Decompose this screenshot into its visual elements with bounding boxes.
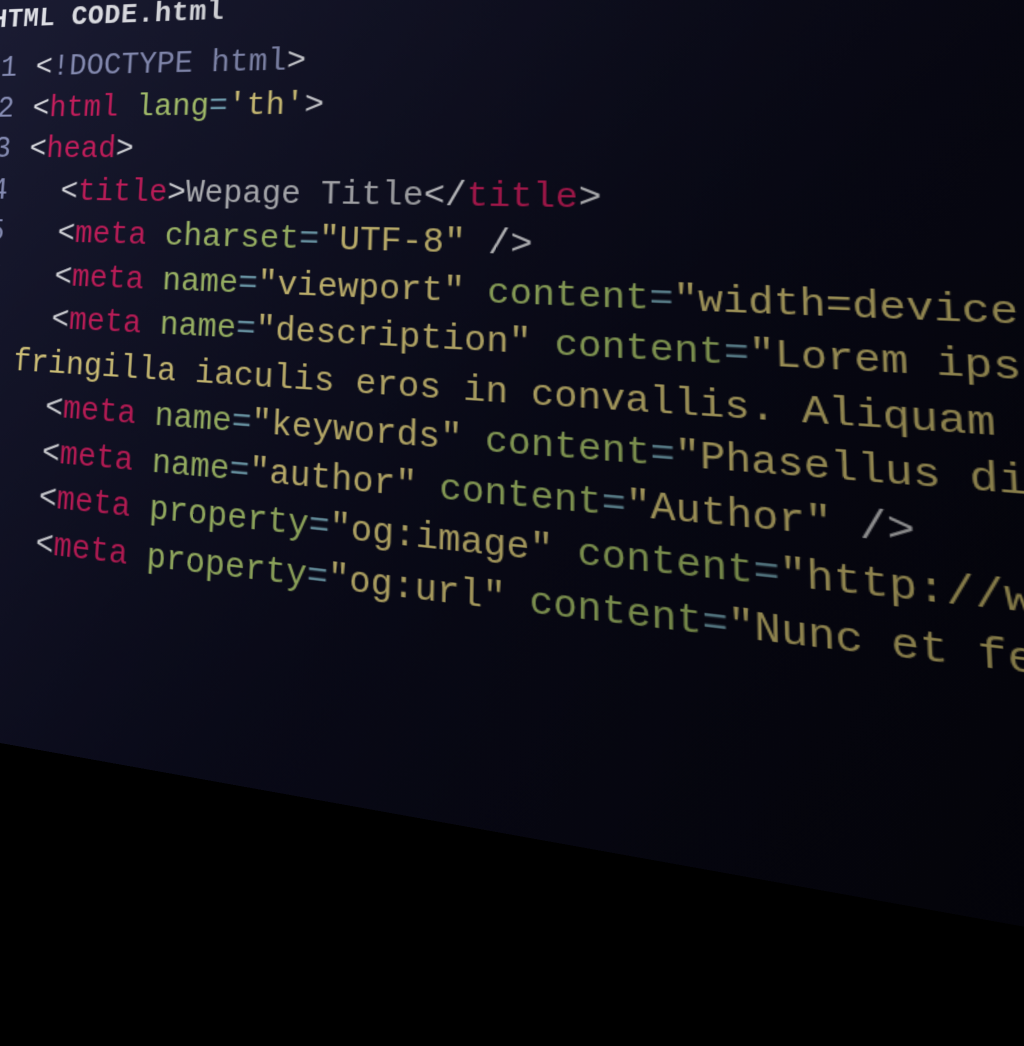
token: = (229, 450, 251, 492)
token: /> (488, 225, 533, 267)
token: content (487, 273, 649, 321)
file-name-label: HTML CODE.html (0, 0, 225, 36)
token (553, 530, 577, 577)
token: = (308, 506, 330, 550)
code-area[interactable]: <!DOCTYPE html><html lang='th'><head><ti… (0, 2, 1024, 770)
token: = (650, 433, 675, 479)
token: html (48, 90, 119, 126)
token (140, 306, 161, 345)
token: charset (164, 218, 300, 259)
token: = (208, 88, 229, 124)
token: content (554, 325, 724, 377)
token: title (77, 174, 169, 211)
token: meta (52, 527, 129, 575)
token (145, 218, 166, 255)
token (135, 396, 156, 436)
token: = (235, 310, 256, 350)
token: name (151, 444, 230, 491)
token (117, 90, 137, 125)
token (506, 578, 530, 625)
token: = (753, 549, 780, 599)
token: lang (135, 89, 210, 126)
token: meta (68, 303, 143, 344)
token (126, 535, 147, 577)
token (417, 466, 440, 510)
token (466, 224, 489, 265)
token: > (166, 175, 187, 212)
token: > (578, 178, 601, 219)
token (462, 419, 485, 463)
token: title (466, 177, 578, 219)
token: > (286, 43, 307, 80)
token (143, 262, 164, 300)
token: meta (62, 391, 137, 435)
token: = (306, 555, 329, 600)
token: head (45, 132, 117, 168)
token: meta (59, 436, 135, 481)
token: Wepage Title (185, 175, 424, 216)
token: meta (74, 217, 148, 255)
token: meta (71, 259, 145, 298)
token: !DOCTYPE html (51, 44, 287, 85)
token: = (601, 482, 625, 529)
editor-window: HTML CODE.html 123456789101112 <!DOCTYPE… (0, 0, 1024, 1046)
token: name (159, 307, 237, 349)
token: "UTF-8" (318, 221, 466, 264)
token: name (154, 397, 233, 442)
token (129, 488, 150, 529)
token (132, 442, 153, 483)
token: = (649, 278, 674, 322)
token: "viewport" (257, 265, 466, 312)
token: meta (55, 481, 131, 528)
token: = (702, 600, 729, 650)
line-number: 2 (0, 89, 16, 130)
token: = (231, 403, 253, 444)
token: > (115, 132, 135, 168)
token: > (304, 87, 325, 124)
token (465, 272, 488, 314)
line-number: 4 (0, 170, 9, 212)
token (831, 501, 860, 551)
token: = (298, 221, 320, 260)
line-number: 1 (0, 49, 19, 90)
token: 'th' (227, 87, 305, 125)
line-number: 6 (0, 253, 3, 297)
token (531, 324, 554, 367)
token: = (723, 332, 749, 378)
token: name (161, 262, 239, 303)
line-number: 5 (0, 211, 6, 254)
code-editor[interactable]: 123456789101112 <!DOCTYPE html><html lan… (0, 2, 1024, 770)
line-number: 3 (0, 130, 12, 171)
token: = (237, 265, 258, 304)
token: /> (859, 503, 916, 556)
token: </ (423, 177, 467, 217)
token: content (485, 421, 651, 477)
